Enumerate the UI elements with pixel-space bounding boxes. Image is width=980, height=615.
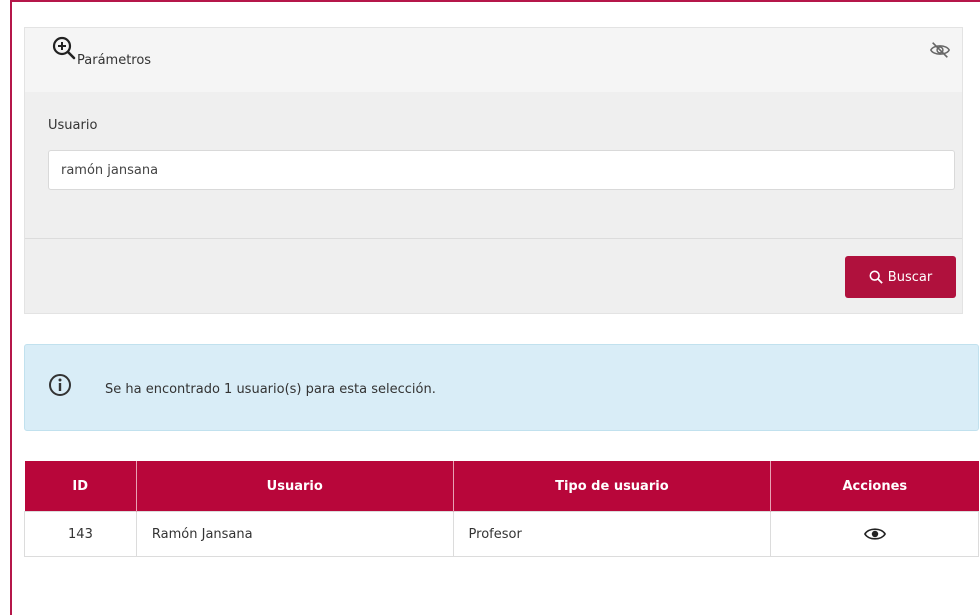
result-alert: Se ha encontrado 1 usuario(s) para esta … — [24, 344, 979, 431]
alert-message: Se ha encontrado 1 usuario(s) para esta … — [105, 382, 436, 397]
cell-acciones — [770, 511, 979, 557]
parameters-panel: Parámetros Usuario Buscar — [24, 27, 963, 314]
column-header-id[interactable]: ID — [24, 461, 137, 512]
cell-tipo: Profesor — [452, 511, 772, 557]
panel-divider — [25, 238, 962, 239]
column-header-tipo[interactable]: Tipo de usuario — [453, 461, 772, 512]
panel-title: Parámetros — [77, 53, 152, 68]
table-header-row: ID Usuario Tipo de usuario Acciones — [24, 461, 979, 512]
table-row: 143 Ramón Jansana Profesor — [24, 511, 979, 557]
usuario-input[interactable] — [48, 150, 955, 190]
users-table: ID Usuario Tipo de usuario Acciones 143 … — [24, 461, 979, 557]
eye-icon[interactable] — [863, 526, 886, 542]
cell-id: 143 — [24, 511, 137, 557]
search-icon — [869, 270, 883, 284]
usuario-label: Usuario — [48, 118, 98, 133]
cell-usuario: Ramón Jansana — [135, 511, 454, 557]
column-header-usuario[interactable]: Usuario — [136, 461, 454, 512]
zoom-in-icon — [52, 36, 76, 60]
eye-off-icon[interactable] — [929, 39, 951, 61]
column-header-acciones: Acciones — [770, 461, 979, 512]
search-button[interactable]: Buscar — [845, 256, 956, 298]
search-button-label: Buscar — [887, 269, 933, 285]
parameters-panel-header: Parámetros — [25, 28, 962, 92]
info-icon — [49, 374, 71, 396]
